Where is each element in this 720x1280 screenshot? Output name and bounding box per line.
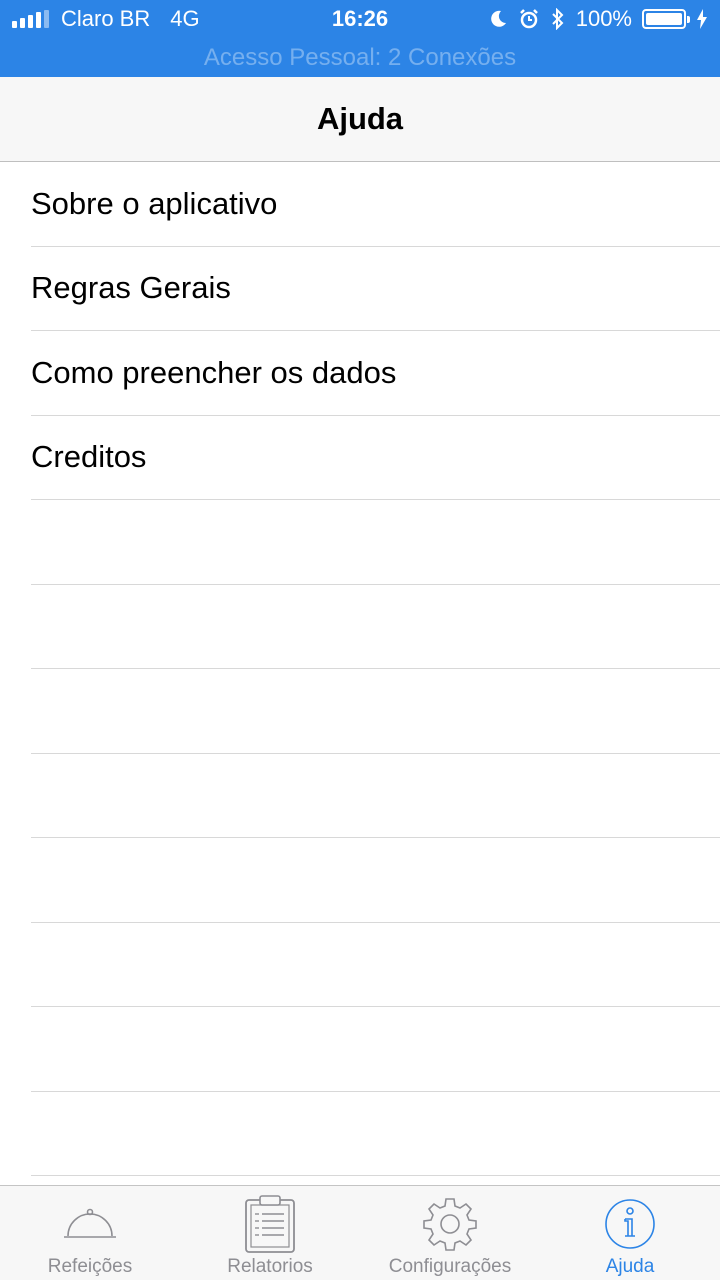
bluetooth-icon xyxy=(552,8,564,30)
empty-row xyxy=(31,923,720,1007)
tab-configuracoes[interactable]: Configurações xyxy=(360,1186,540,1280)
help-list: Sobre o aplicativo Regras Gerais Como pr… xyxy=(0,162,720,1176)
list-item-label: Regras Gerais xyxy=(31,270,231,306)
connections-banner: Acesso Pessoal: 2 Conexões xyxy=(203,44,517,71)
tab-label: Relatorios xyxy=(227,1256,313,1277)
info-icon xyxy=(603,1194,657,1254)
clipboard-icon xyxy=(242,1194,298,1254)
battery-icon xyxy=(642,9,690,29)
tab-label: Configurações xyxy=(388,1256,512,1277)
list-item-label: Creditos xyxy=(31,439,147,475)
tab-label: Ajuda xyxy=(605,1256,655,1277)
empty-row xyxy=(31,500,720,585)
cloche-icon xyxy=(62,1194,118,1254)
gear-icon xyxy=(421,1194,479,1254)
tab-refeicoes[interactable]: Refeições xyxy=(0,1186,180,1280)
status-bar: Claro BR 4G 16:26 100% Acesso Pessoal: 2… xyxy=(0,0,720,77)
empty-row xyxy=(31,669,720,754)
list-item-creditos[interactable]: Creditos xyxy=(31,416,720,500)
alarm-icon xyxy=(519,9,538,29)
moon-icon xyxy=(490,10,506,27)
battery-percent: 100% xyxy=(575,6,632,31)
list-item-como-preencher[interactable]: Como preencher os dados xyxy=(31,331,720,416)
list-item-regras-gerais[interactable]: Regras Gerais xyxy=(31,247,720,331)
tab-bar: Refeições Relatorios Configurações Ajuda xyxy=(0,1185,720,1280)
page-title: Ajuda xyxy=(316,101,404,136)
list-item-label: Sobre o aplicativo xyxy=(31,185,278,221)
empty-row xyxy=(31,838,720,923)
status-right: 100% xyxy=(488,6,708,32)
empty-row xyxy=(31,754,720,838)
tab-relatorios[interactable]: Relatorios xyxy=(180,1186,360,1280)
list-item-label: Como preencher os dados xyxy=(31,354,397,390)
empty-row xyxy=(31,585,720,669)
list-item-sobre-o-aplicativo[interactable]: Sobre o aplicativo xyxy=(31,162,720,247)
tab-ajuda[interactable]: Ajuda xyxy=(540,1186,720,1280)
tab-label: Refeições xyxy=(47,1256,133,1277)
navigation-bar: Ajuda xyxy=(0,77,720,162)
empty-row xyxy=(31,1007,720,1092)
empty-row xyxy=(31,1092,720,1176)
charging-icon xyxy=(697,9,707,29)
